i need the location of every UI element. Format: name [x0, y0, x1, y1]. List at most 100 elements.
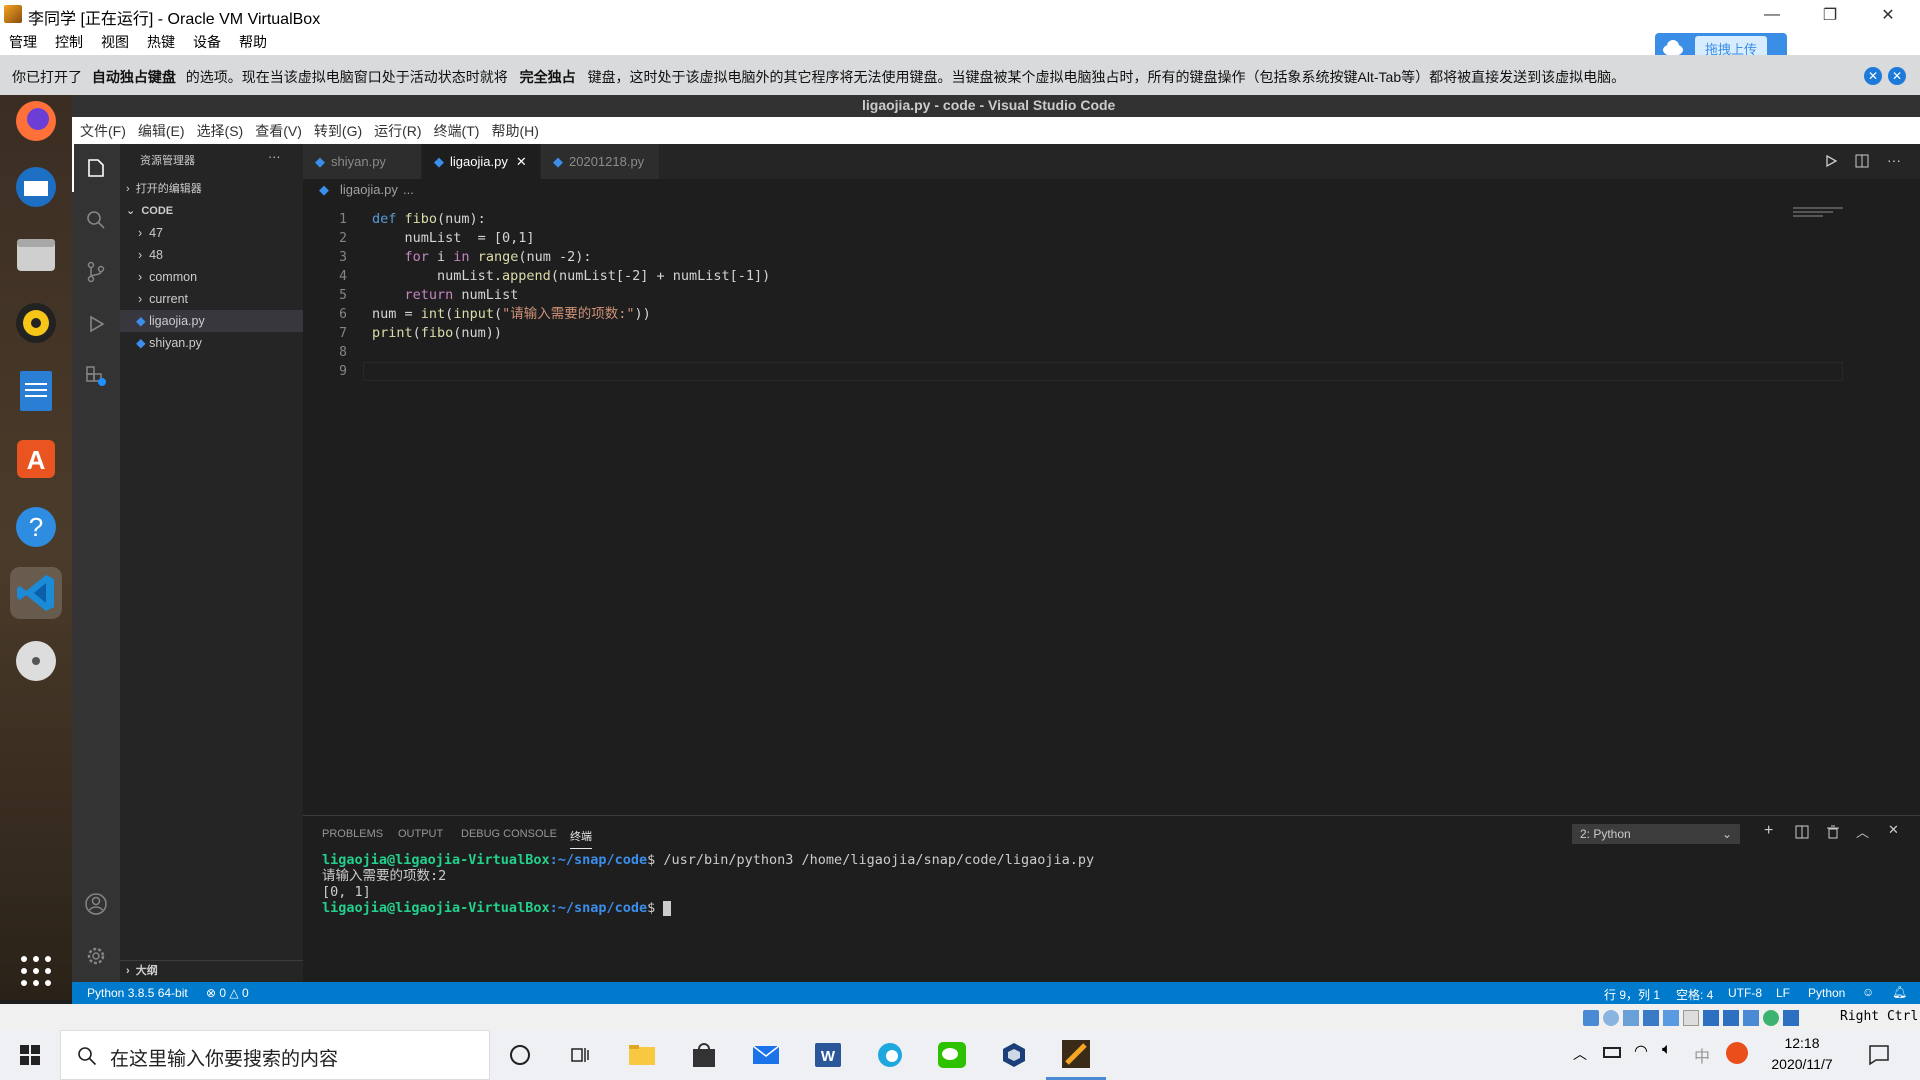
wifi-icon[interactable]: ◠ — [1634, 1041, 1648, 1061]
keyboard-capture-icon[interactable] — [1783, 1010, 1799, 1026]
menu-help[interactable]: 帮助 — [230, 32, 276, 52]
clock-time[interactable]: 12:18 — [1772, 1035, 1832, 1051]
virtualbox-taskbar-icon[interactable] — [984, 1030, 1044, 1080]
file-explorer-icon[interactable] — [612, 1030, 672, 1080]
terminal-select[interactable]: 2: Python ⌄ — [1572, 824, 1740, 844]
tab-ligaojia[interactable]: ◆ ligaojia.py ✕ — [422, 144, 540, 179]
menu-control[interactable]: 控制 — [46, 32, 92, 52]
usb-icon[interactable] — [1663, 1010, 1679, 1026]
menu-help[interactable]: 帮助(H) — [485, 121, 544, 141]
task-view-icon[interactable] — [550, 1030, 610, 1080]
minimap[interactable] — [1793, 201, 1908, 217]
optical-icon[interactable] — [1603, 1010, 1619, 1026]
split-terminal-icon[interactable] — [1795, 825, 1809, 839]
terminal-line-4[interactable]: ligaojia@ligaojia-VirtualBox:~/snap/code… — [322, 900, 672, 916]
sogou-icon[interactable] — [1726, 1042, 1748, 1064]
extensions-icon[interactable] — [84, 364, 108, 388]
new-terminal-icon[interactable]: + — [1764, 822, 1773, 840]
tree-folder-47[interactable]: › 47 — [138, 222, 163, 244]
vscode-dock-icon[interactable] — [10, 567, 62, 619]
panel-tab-terminal[interactable]: 终端 — [570, 828, 592, 849]
python-interpreter[interactable]: Python 3.8.5 64-bit — [87, 986, 188, 1000]
menu-hotkey[interactable]: 热键 — [138, 32, 184, 52]
cursor-position[interactable]: 行 9，列 1 — [1604, 986, 1660, 1003]
start-button[interactable] — [0, 1030, 60, 1080]
dvd-icon[interactable] — [10, 635, 62, 687]
breadcrumb-file[interactable]: ligaojia.py — [340, 182, 398, 197]
source-control-icon[interactable] — [84, 260, 108, 284]
mail-icon[interactable] — [736, 1030, 796, 1080]
maximize-panel-icon[interactable]: ︿ — [1856, 822, 1869, 841]
store-icon[interactable] — [674, 1030, 734, 1080]
notice-dismiss-icon[interactable]: ✕ — [1888, 67, 1906, 85]
menu-view[interactable]: 查看(V) — [249, 121, 308, 141]
language-mode[interactable]: Python — [1808, 986, 1845, 1000]
tab-20201218[interactable]: ◆ 20201218.py — [541, 144, 659, 179]
menu-file[interactable]: 文件(F) — [74, 121, 132, 141]
vm-window-taskbar-icon[interactable] — [1046, 1030, 1106, 1080]
volume-icon[interactable]: 🔈︎ — [1662, 1041, 1672, 1059]
tree-file-ligaojia[interactable]: ◆ ligaojia.py — [120, 310, 303, 332]
outline-section[interactable]: › 大纲 — [126, 960, 158, 982]
panel-tab-output[interactable]: OUTPUT — [398, 828, 443, 840]
folder-code-section[interactable]: ⌄ CODE — [126, 200, 173, 222]
taskbar-search-box[interactable]: 在这里输入你要搜索的内容 — [60, 1030, 490, 1080]
recording-icon[interactable] — [1723, 1010, 1739, 1026]
close-panel-icon[interactable]: ✕ — [1888, 822, 1899, 838]
files-icon[interactable] — [10, 229, 62, 281]
cortana-icon[interactable] — [490, 1030, 550, 1080]
run-file-icon[interactable] — [1824, 154, 1838, 168]
notice-close-icon[interactable]: ✕ — [1864, 67, 1882, 85]
menu-go[interactable]: 转到(G) — [308, 121, 368, 141]
restore-button[interactable]: ❐ — [1801, 0, 1859, 29]
menu-view[interactable]: 视图 — [92, 32, 138, 52]
firefox-icon[interactable] — [10, 95, 62, 147]
cpu-icon[interactable] — [1743, 1010, 1759, 1026]
audio-icon[interactable] — [1623, 1010, 1639, 1026]
bell-icon[interactable]: 🔔︎ — [1892, 985, 1907, 999]
run-debug-icon[interactable] — [84, 312, 108, 336]
feedback-icon[interactable]: ☺ — [1862, 985, 1874, 999]
tab-shiyan[interactable]: ◆ shiyan.py — [303, 144, 421, 179]
ime-indicator[interactable]: 中 — [1694, 1043, 1710, 1067]
open-editors-section[interactable]: › 打开的编辑器 — [126, 178, 202, 200]
split-editor-icon[interactable] — [1855, 154, 1869, 168]
search-icon[interactable] — [84, 208, 108, 232]
more-actions-icon[interactable]: ··· — [1887, 152, 1901, 168]
indentation[interactable]: 空格: 4 — [1676, 986, 1713, 1003]
account-icon[interactable] — [84, 892, 108, 916]
eol[interactable]: LF — [1776, 986, 1790, 1000]
breadcrumb-rest[interactable]: ... — [403, 182, 414, 197]
notifications-icon[interactable] — [1868, 1044, 1890, 1066]
rhythmbox-icon[interactable] — [10, 297, 62, 349]
word-icon[interactable]: W — [798, 1030, 858, 1080]
edge-icon[interactable] — [860, 1030, 920, 1080]
tab-close-icon[interactable]: ✕ — [516, 154, 527, 170]
explorer-icon[interactable] — [84, 156, 108, 180]
explorer-more-button[interactable]: ··· — [268, 150, 281, 164]
menu-run[interactable]: 运行(R) — [368, 121, 427, 141]
menu-devices[interactable]: 设备 — [184, 32, 230, 52]
encoding[interactable]: UTF-8 — [1728, 986, 1762, 1000]
software-center-icon[interactable]: A — [10, 433, 62, 485]
tree-file-shiyan[interactable]: ◆ shiyan.py — [136, 332, 202, 354]
menu-terminal[interactable]: 终端(T) — [428, 121, 486, 141]
thunderbird-icon[interactable] — [10, 161, 62, 213]
app-grid-icon[interactable] — [10, 945, 62, 997]
tree-folder-common[interactable]: › common — [138, 266, 197, 288]
minimize-button[interactable]: — — [1743, 0, 1801, 29]
gear-icon[interactable] — [84, 944, 108, 968]
help-icon[interactable]: ? — [10, 501, 62, 553]
menu-manage[interactable]: 管理 — [0, 32, 46, 52]
mouse-integration-icon[interactable] — [1763, 1010, 1779, 1026]
wechat-icon[interactable] — [922, 1030, 982, 1080]
network-icon[interactable] — [1643, 1010, 1659, 1026]
problems-count[interactable]: ⊗ 0 △ 0 — [206, 986, 249, 1000]
panel-tab-debug-console[interactable]: DEBUG CONSOLE — [461, 828, 557, 840]
battery-icon[interactable] — [1603, 1047, 1621, 1058]
writer-icon[interactable] — [10, 365, 62, 417]
hdd-icon[interactable] — [1583, 1010, 1599, 1026]
panel-tab-problems[interactable]: PROBLEMS — [322, 828, 383, 840]
tree-folder-current[interactable]: › current — [138, 288, 188, 310]
menu-selection[interactable]: 选择(S) — [191, 121, 250, 141]
